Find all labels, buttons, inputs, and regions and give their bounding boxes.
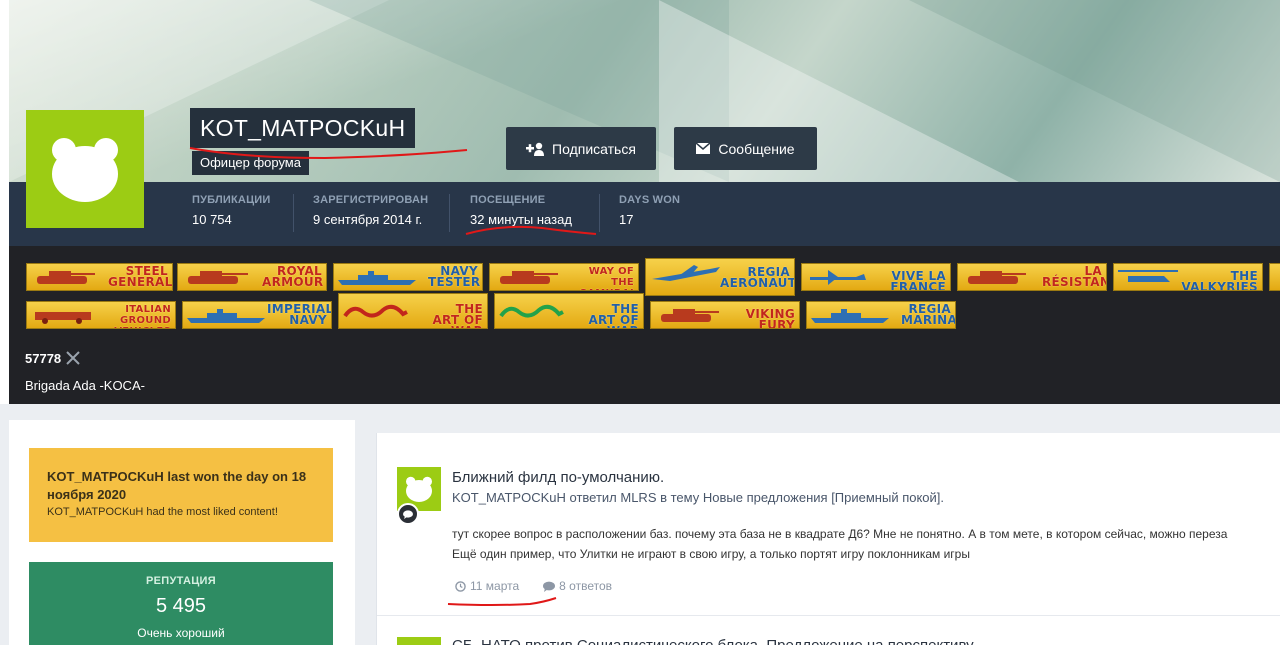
award-label: IMPERIAL NAVY [267,302,332,327]
stat-value: 10 754 [192,212,232,227]
award-badge[interactable]: THE ART OF WAR [338,293,488,329]
award-badge[interactable]: ROYAL ARMOUR [177,263,327,291]
clock-icon [455,580,466,592]
follow-button-label: Подписаться [552,140,636,157]
award-label: VIKING FURY [745,307,795,329]
award-label: ITALIAN GROUND VEHICLES [114,304,171,328]
post-date[interactable]: 11 марта [455,579,519,593]
reputation-label: РЕПУТАЦИЯ [146,575,216,587]
stat-days-won: DAYS WON 17 [619,194,680,227]
envelope-icon [696,143,711,154]
award-label: THE ART OF WAR [588,302,639,328]
day-won-subtitle: KOT_MATPOCKuH had the most liked content… [47,506,278,518]
add-user-icon [526,142,545,156]
stat-label: DAYS WON [619,194,681,206]
award-badge[interactable]: THE ART OF WAR [494,293,644,329]
cat-face-icon [406,476,432,502]
reputation-value: 5 495 [155,595,207,617]
post-replies[interactable]: 8 ответов [543,579,612,593]
award-badge[interactable]: VIKING FURY [650,301,800,329]
stat-label: ЗАРЕГИСТРИРОВАН [313,194,429,206]
award-label: REGIA AERONAUTICA [720,265,795,290]
profile-rank: Офицер форума [192,151,309,175]
battleship-icon [811,309,889,323]
award-label: NAVY TESTER [428,264,481,289]
profile-page: ПУБЛИКАЦИИ 10 754 ЗАРЕГИСТРИРОВАН 9 сент… [0,0,1280,645]
activity-feed: Ближний филд по-умолчанию. KOT_MATPOCKuH… [376,433,1280,645]
red-dragon-icon [343,304,408,318]
post-replies-text: 8 ответов [559,579,613,593]
stat-posts: ПУБЛИКАЦИИ 10 754 [192,194,271,227]
award-badge[interactable]: REGIA AERONAUTICA [645,258,795,296]
profile-avatar[interactable] [26,110,144,228]
stat-value: 17 [619,212,634,227]
profile-stats-bar: ПУБЛИКАЦИИ 10 754 ЗАРЕГИСТРИРОВАН 9 сент… [9,182,1280,246]
award-badge[interactable]: STEEL GENERALS [26,263,173,291]
comment-icon [543,581,556,592]
award-badge[interactable] [1269,263,1280,291]
tank-icon [188,271,248,284]
activity-item: Ближний филд по-умолчанию. KOT_MATPOCKuH… [377,433,1280,616]
tank-icon [37,271,95,284]
award-badge[interactable]: IMPERIAL NAVY [182,301,332,329]
follow-button[interactable]: Подписаться [506,127,656,170]
award-badge[interactable]: NAVY TESTER [333,263,483,291]
award-label: LA RÉSISTANCE [1042,264,1106,289]
green-dragon-icon [499,304,564,318]
stat-label: ПОСЕЩЕНИЕ [470,194,546,206]
tank-icon [968,271,1026,284]
clan-name: Brigada Ada -KOCA- [25,378,145,393]
stat-label: ПУБЛИКАЦИИ [192,194,271,206]
award-badge[interactable]: LA RÉSISTANCE [957,263,1107,291]
stat-joined: ЗАРЕГИСТРИРОВАН 9 сентября 2014 г. [313,194,428,227]
post-excerpt: тут скорее вопрос в расположении баз. по… [452,524,1227,564]
post-date-text: 11 марта [470,579,520,593]
cat-face-icon [52,138,118,202]
award-badge[interactable]: VIVE LA FRANCE [801,263,951,291]
award-label: VIVE LA FRANCE [890,269,946,291]
jet-icon [652,265,720,281]
tank-icon [500,271,558,284]
award-label: ROYAL ARMOUR [262,264,324,289]
award-label: WAY OF THE SAMURAI [580,266,634,290]
award-badge[interactable]: WAY OF THE SAMURAI [489,263,639,291]
post-meta: KOT_MATPOCKuH ответил MLRS в тему Новые … [452,490,945,505]
post-title-link[interactable]: СБ. НАТО против Социалистического блока.… [452,637,974,645]
crossed-swords-icon [66,351,80,365]
award-badge[interactable]: THE VALKYRIES [1113,263,1263,291]
post-excerpt-line: тут скорее вопрос в расположении баз. по… [452,527,1228,541]
day-won-title: KOT_MATPOCKuH last won the day on 18 ноя… [47,469,307,502]
award-label: STEEL GENERALS [108,264,173,289]
post-title-link[interactable]: Ближний филд по-умолчанию. [452,469,664,486]
clan-id-text: 57778 [25,350,62,366]
battleship-icon [338,271,416,285]
battleship-icon [187,309,265,323]
award-label: REGIA MARINA [901,302,956,327]
post-excerpt-line: Ещё один пример, что Улитки не играют в … [452,547,970,561]
stat-last-visited: ПОСЕЩЕНИЕ 32 минуты назад [470,194,572,227]
reputation-panel: РЕПУТАЦИЯ 5 495 Очень хороший [29,562,333,645]
reputation-description: Очень хороший [137,626,225,640]
stat-value: 32 минуты назад [470,212,572,227]
clan-id: 57778 [25,350,81,366]
profile-username: KOT_MATPOCKuH [190,108,416,148]
comment-bubble-icon [397,503,419,525]
post-footer: 11 марта 8 ответов [455,579,612,593]
award-label: THE VALKYRIES [1181,269,1258,291]
award-badge[interactable]: REGIA MARINA [806,301,956,329]
avatar[interactable] [397,637,441,645]
award-badge[interactable]: ITALIAN GROUND VEHICLES [26,301,176,329]
award-label: THE ART OF WAR [432,302,483,328]
stat-value: 9 сентября 2014 г. [313,212,423,227]
day-won-panel: KOT_MATPOCKuH last won the day on 18 ноя… [29,448,333,542]
message-button-label: Сообщение [718,140,795,157]
message-button[interactable]: Сообщение [674,127,817,170]
